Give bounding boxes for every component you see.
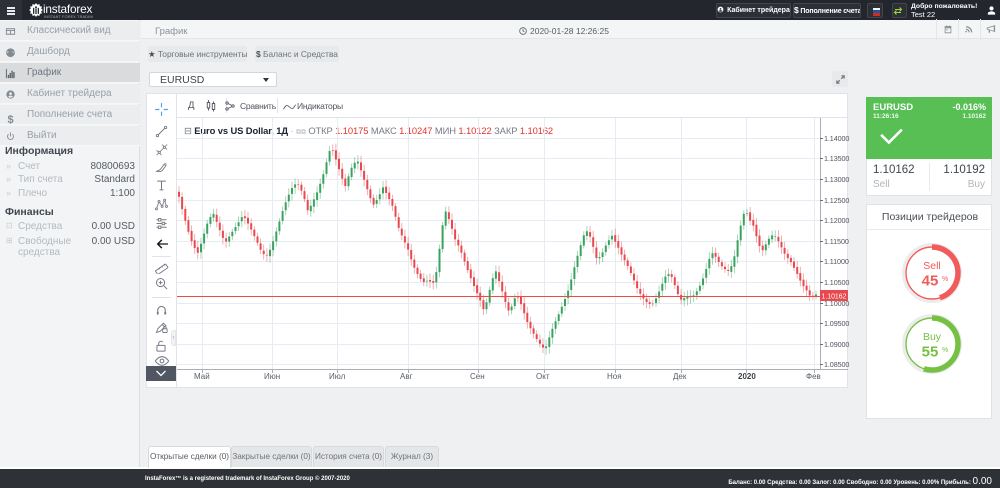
- svg-text:55: 55: [922, 344, 939, 361]
- svg-text:%: %: [942, 276, 948, 283]
- svg-text:45: 45: [922, 273, 939, 290]
- svg-text:%: %: [942, 347, 948, 354]
- svg-text:Sell: Sell: [923, 260, 941, 272]
- svg-text:Buy: Buy: [923, 331, 942, 343]
